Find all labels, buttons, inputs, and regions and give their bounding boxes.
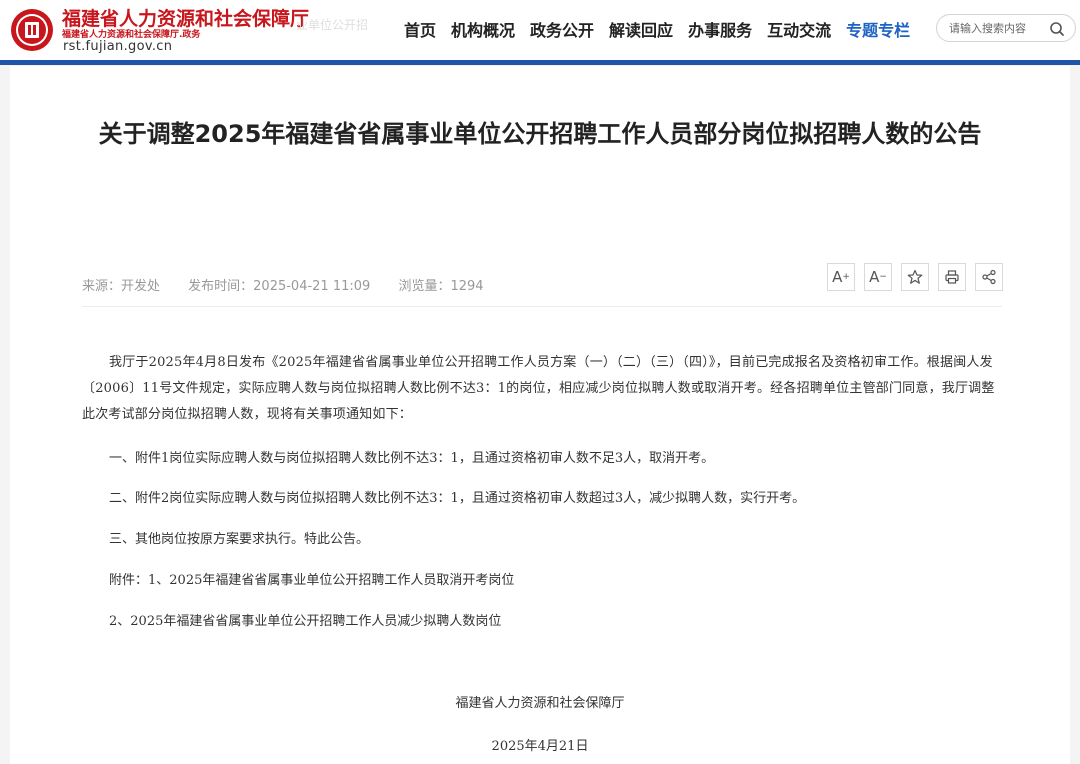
site-domain: rst.fujian.gov.cn <box>63 39 173 54</box>
nav-item-organization[interactable]: 机构概况 <box>451 17 515 41</box>
search-input[interactable] <box>949 19 1049 37</box>
article-intro-paragraph: 我厅于2025年4月8日发布《2025年福建省省属事业单位公开招聘工作人员方案（… <box>82 355 995 422</box>
font-decrease-label: A <box>869 268 880 286</box>
article-toolbar: A + A − <box>827 263 1012 291</box>
signature-organization: 福建省人力资源和社会保障厅 <box>455 696 625 711</box>
nav-item-interpretation[interactable]: 解读回应 <box>609 17 673 41</box>
header-accent-bar <box>0 60 1080 65</box>
article-item-3: 三、其他岗位按原方案要求执行。特此公告。 <box>109 532 370 547</box>
minus-icon: − <box>879 272 887 282</box>
article-source: 来源：开发处 <box>82 279 161 294</box>
nav-item-interaction[interactable]: 互动交流 <box>767 17 831 41</box>
print-button[interactable] <box>938 263 966 291</box>
share-icon <box>982 269 996 285</box>
nav-item-home[interactable]: 首页 <box>404 17 436 41</box>
article-title: 关于调整2025年福建省省属事业单位公开招聘工作人员部分岗位拟招聘人数的公告 <box>98 120 982 148</box>
article-item-2: 二、附件2岗位实际应聘人数与岗位拟招聘人数比例不达3：1，且通过资格初审人数超过… <box>109 491 806 506</box>
font-increase-button[interactable]: A + <box>827 263 855 291</box>
article-publish-time: 发布时间：2025-04-21 11:09 <box>188 279 371 294</box>
search-icon[interactable] <box>1049 21 1065 37</box>
emblem-logo-icon[interactable] <box>10 8 54 52</box>
printer-icon <box>945 270 959 284</box>
nav-item-services[interactable]: 办事服务 <box>688 17 752 41</box>
font-increase-label: A <box>832 268 843 286</box>
meta-divider <box>82 306 1002 307</box>
star-icon <box>907 269 923 284</box>
share-button[interactable] <box>975 263 1003 291</box>
search-box <box>936 14 1076 42</box>
article-views: 浏览量：1294 <box>398 279 484 294</box>
nav-item-government-affairs[interactable]: 政务公开 <box>530 17 594 41</box>
plus-icon: + <box>842 272 850 282</box>
article-card: 关于调整2025年福建省省属事业单位公开招聘工作人员部分岗位拟招聘人数的公告 来… <box>10 66 1070 764</box>
font-decrease-button[interactable]: A − <box>864 263 892 291</box>
attachment-link-1[interactable]: 附件：1、2025年福建省省属事业单位公开招聘工作人员取消开考岗位 <box>109 568 1029 594</box>
article-meta: 来源：开发处 发布时间：2025-04-21 11:09 浏览量：1294 <box>82 275 508 294</box>
nav-item-special-topics[interactable]: 专题专栏 <box>846 17 910 41</box>
article-item-1: 一、附件1岗位实际应聘人数与岗位拟招聘人数比例不达3：1，且通过资格初审人数不足… <box>109 451 715 466</box>
favorite-button[interactable] <box>901 263 929 291</box>
main-nav: 首页 机构概况 政务公开 解读回应 办事服务 互动交流 专题专栏 <box>404 17 925 41</box>
attachment-link-2[interactable]: 2、2025年福建省省属事业单位公开招聘工作人员减少拟聘人数岗位 <box>109 609 1029 635</box>
signature-date: 2025年4月21日 <box>491 739 589 754</box>
site-header: 福建省人力资源和社会保障厅 福建省人力资源和社会保障厅.政务 rst.fujia… <box>0 0 1080 62</box>
header-watermark-text: 业单位公开招 <box>296 18 369 32</box>
